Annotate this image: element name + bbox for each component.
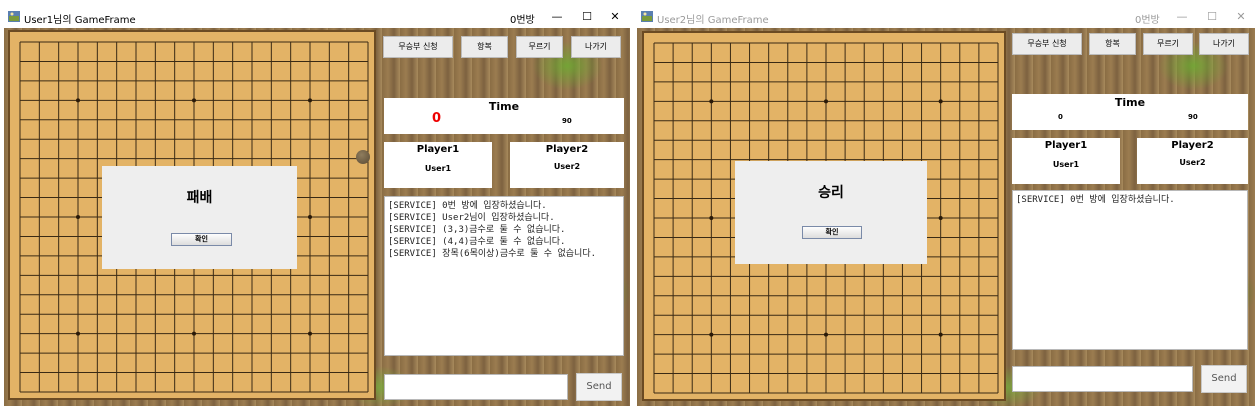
time-title: Time — [488, 100, 520, 113]
time-title: Time — [1114, 96, 1146, 109]
close-button[interactable]: ✕ — [600, 8, 630, 26]
send-button[interactable]: Send — [576, 373, 622, 401]
title-bar[interactable]: User1님의 GameFrame 0번방 — ☐ ✕ — [4, 6, 630, 28]
time-panel: Time 0 90 — [384, 98, 624, 134]
log-line: [SERVICE] 0번 방에 입장하셨습니다. — [388, 201, 547, 211]
chat-log[interactable]: [SERVICE] 0번 방에 입장하셨습니다. — [1012, 190, 1248, 350]
game-window-user2: User2님의 GameFrame 0번방 — ☐ ✕ 무승부 신청 항복 무르… — [637, 6, 1255, 406]
player1-label: Player1 — [1044, 140, 1088, 151]
title-bar[interactable]: User2님의 GameFrame 0번방 — ☐ ✕ — [637, 6, 1255, 28]
send-button[interactable]: Send — [1201, 365, 1247, 393]
player2-name: User2 — [1179, 158, 1206, 167]
player1-name: User1 — [424, 164, 452, 173]
player2-label: Player2 — [545, 144, 589, 155]
window-title: User2님의 GameFrame — [657, 15, 769, 26]
minimize-button[interactable]: — — [542, 8, 572, 26]
opponent-timer: 90 — [562, 117, 572, 125]
log-line: [SERVICE] User2님이 입장하셨습니다. — [388, 213, 555, 223]
game-content: 무승부 신청 항복 무르기 나가기 Time 0 90 Player1 User… — [4, 28, 630, 406]
result-message: 패배 — [186, 190, 213, 206]
my-timer: 0 — [1058, 113, 1063, 121]
my-timer: 0 — [432, 111, 442, 126]
maximize-button[interactable]: ☐ — [572, 8, 602, 26]
room-label: 0번방 — [510, 15, 535, 26]
draw-request-button[interactable]: 무승부 신청 — [383, 36, 453, 58]
confirm-button[interactable]: 확인 — [802, 226, 862, 239]
undo-button[interactable]: 무르기 — [516, 36, 563, 58]
draw-request-button[interactable]: 무승부 신청 — [1012, 33, 1082, 55]
result-dialog: 패배 확인 — [102, 166, 297, 269]
exit-button[interactable]: 나가기 — [571, 36, 621, 58]
game-window-user1: User1님의 GameFrame 0번방 — ☐ ✕ 무승부 신청 항복 무르… — [4, 6, 630, 406]
confirm-button[interactable]: 확인 — [171, 233, 232, 246]
stone-piece — [356, 150, 370, 164]
player2-panel: Player2 User2 — [1137, 138, 1248, 184]
player2-panel: Player2 User2 — [510, 142, 624, 188]
exit-button[interactable]: 나가기 — [1199, 33, 1249, 55]
minimize-button[interactable]: — — [1167, 8, 1197, 26]
log-line: [SERVICE] 0번 방에 입장하셨습니다. — [1016, 195, 1175, 205]
surrender-button[interactable]: 항복 — [461, 36, 508, 58]
app-icon — [8, 11, 20, 22]
chat-input[interactable] — [384, 374, 568, 400]
result-message: 승리 — [818, 185, 844, 201]
undo-button[interactable]: 무르기 — [1143, 33, 1193, 55]
player1-panel: Player1 User1 — [384, 142, 492, 188]
surrender-button[interactable]: 항복 — [1089, 33, 1136, 55]
player1-name: User1 — [1052, 160, 1080, 169]
app-icon — [641, 11, 653, 22]
chat-log[interactable]: [SERVICE] 0번 방에 입장하셨습니다. [SERVICE] User2… — [384, 196, 624, 356]
log-line: [SERVICE] (4,4)금수로 둘 수 없습니다. — [388, 237, 566, 247]
chat-input[interactable] — [1012, 366, 1193, 392]
log-line: [SERVICE] 장목(6목이상)금수로 둘 수 없습니다. — [388, 249, 597, 259]
maximize-button[interactable]: ☐ — [1197, 8, 1227, 26]
room-label: 0번방 — [1135, 15, 1160, 26]
game-content: 무승부 신청 항복 무르기 나가기 Time 0 90 Player1 User… — [637, 28, 1255, 406]
close-button[interactable]: ✕ — [1226, 8, 1255, 26]
result-dialog: 승리 확인 — [735, 161, 927, 264]
opponent-timer: 90 — [1188, 113, 1198, 121]
player2-name: User2 — [553, 162, 581, 171]
time-panel: Time 0 90 — [1012, 94, 1248, 130]
player1-label: Player1 — [416, 144, 460, 155]
window-title: User1님의 GameFrame — [24, 15, 136, 26]
player1-panel: Player1 User1 — [1012, 138, 1120, 184]
log-line: [SERVICE] (3,3)금수로 둘 수 없습니다. — [388, 225, 566, 235]
player2-label: Player2 — [1171, 140, 1214, 151]
